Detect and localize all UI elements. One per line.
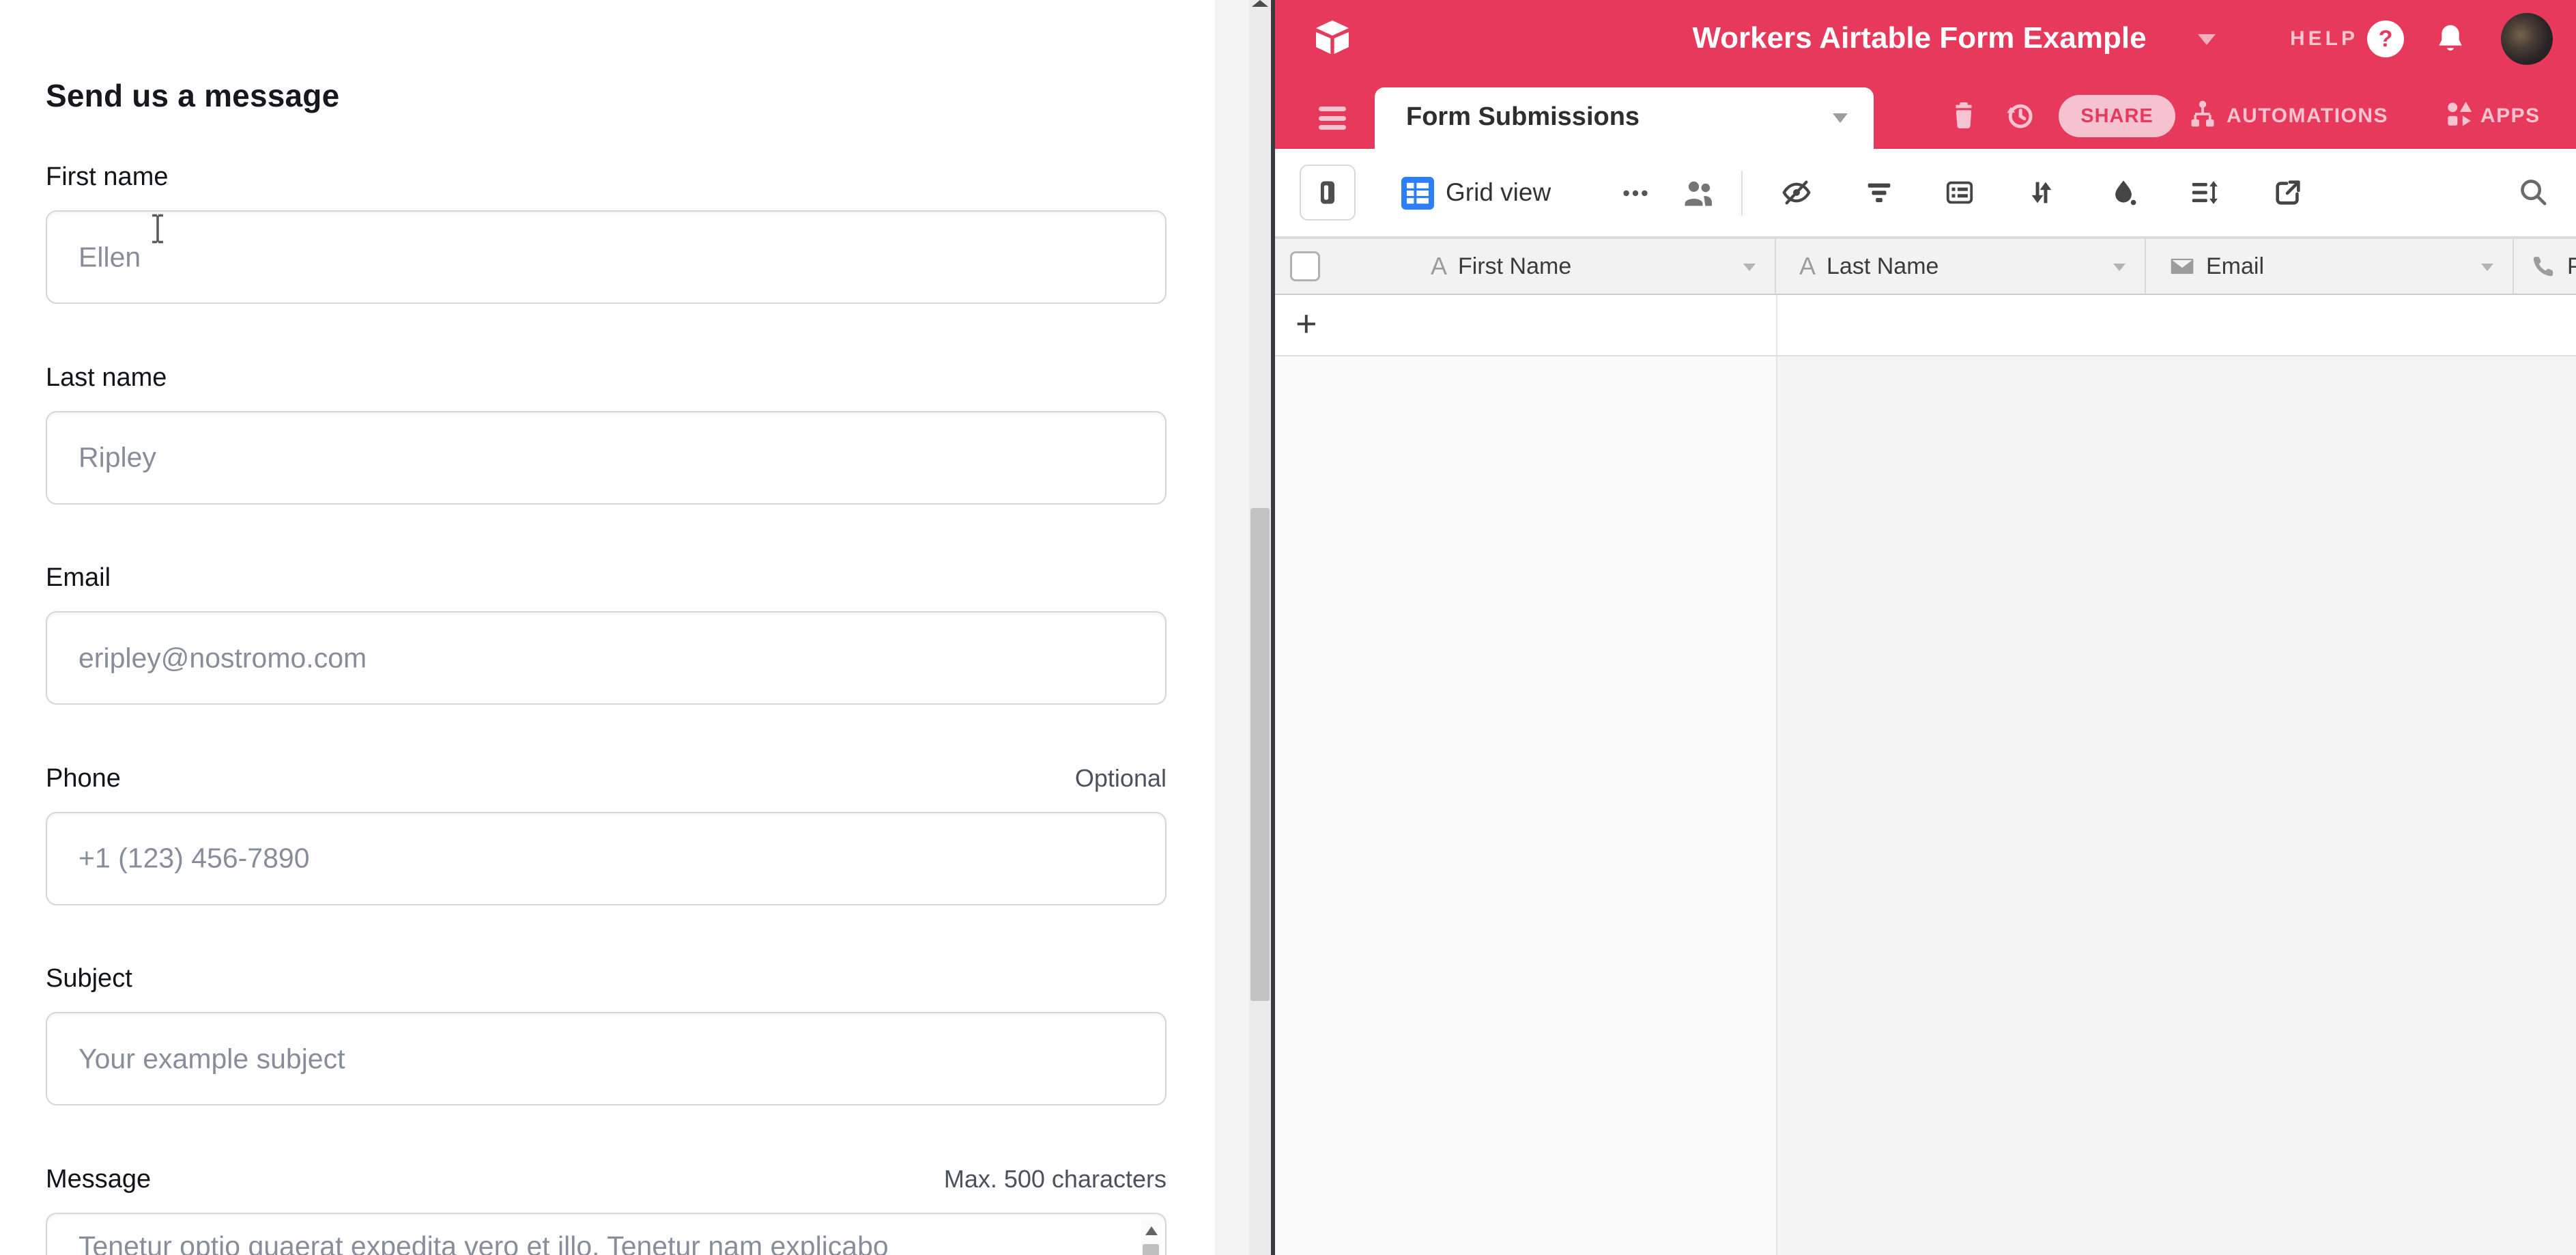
- view-sidebar-toggle-button[interactable]: [1300, 165, 1356, 221]
- base-title[interactable]: Workers Airtable Form Example: [1692, 0, 2146, 76]
- add-record-plus-icon[interactable]: +: [1296, 295, 1317, 355]
- input-last-name[interactable]: Ripley: [46, 411, 1167, 505]
- form-title: Send us a message: [46, 77, 339, 114]
- sort-icon[interactable]: [2026, 177, 2057, 208]
- field-placeholder: Ellen: [78, 241, 141, 273]
- airtable-panel: Workers Airtable Form Example HELP ? For…: [1275, 0, 2576, 1255]
- view-options-ellipsis-icon[interactable]: [1620, 178, 1651, 209]
- column-header-p[interactable]: P: [2514, 239, 2576, 294]
- form-field-subject: Subject Your example subject: [46, 964, 1167, 1162]
- grid-view-icon[interactable]: [1401, 176, 1434, 210]
- field-label: Email: [46, 563, 111, 593]
- field-label: Last name: [46, 363, 167, 393]
- apps-button[interactable]: APPS: [2480, 0, 2541, 149]
- column-caret-icon[interactable]: [1743, 264, 1756, 271]
- column-name: First Name: [1458, 253, 1571, 280]
- column-divider: [1776, 295, 1777, 355]
- share-button[interactable]: SHARE: [2059, 95, 2175, 137]
- field-placeholder: +1 (123) 456-7890: [78, 843, 310, 875]
- tab-form-submissions[interactable]: Form Submissions: [1375, 87, 1874, 149]
- scrollbar-thumb[interactable]: [1250, 508, 1270, 1001]
- input-subject[interactable]: Your example subject: [46, 1012, 1167, 1105]
- grid-empty-area: [1275, 356, 2576, 1255]
- view-toolbar: Grid view: [1275, 149, 2576, 238]
- text-cursor-ibeam: [149, 213, 167, 244]
- column-divider: [1776, 356, 1777, 1255]
- field-placeholder: eripley@nostromo.com: [78, 642, 367, 674]
- field-note: Max. 500 characters: [944, 1165, 1167, 1194]
- textarea-message[interactable]: Tenetur optio quaerat expedita vero et i…: [46, 1213, 1167, 1255]
- textarea-scroll-up-icon[interactable]: [1145, 1226, 1158, 1235]
- column-caret-icon[interactable]: [2481, 264, 2493, 271]
- column-header-first-name[interactable]: A First Name: [1320, 239, 1776, 294]
- textarea-scrollbar[interactable]: [1141, 1219, 1161, 1255]
- textarea-scroll-thumb[interactable]: [1143, 1244, 1159, 1255]
- select-all-checkbox[interactable]: [1290, 251, 1320, 281]
- column-header-last-name[interactable]: A Last Name: [1776, 239, 2146, 294]
- field-label: Phone: [46, 764, 121, 793]
- share-view-icon[interactable]: [2272, 177, 2304, 208]
- tab-caret-icon[interactable]: [1833, 113, 1848, 123]
- notifications-bell-icon[interactable]: [2433, 22, 2467, 56]
- automations-icon[interactable]: [2187, 98, 2218, 130]
- column-header-email[interactable]: Email: [2146, 239, 2514, 294]
- column-caret-icon[interactable]: [2113, 264, 2126, 271]
- hide-fields-icon[interactable]: [1781, 177, 1812, 208]
- form-field-message: Message Max. 500 characters Tenetur optio …: [46, 1165, 1167, 1255]
- input-email[interactable]: eripley@nostromo.com: [46, 611, 1167, 705]
- history-icon[interactable]: [2004, 100, 2035, 131]
- collaborators-icon[interactable]: [1680, 175, 1716, 210]
- single-line-text-field-icon: A: [1799, 254, 1816, 279]
- column-name: P: [2567, 253, 2576, 280]
- column-name: Email: [2206, 253, 2264, 280]
- grid-first-column-area: [1275, 356, 1776, 1255]
- email-field-icon: [2169, 253, 2195, 279]
- tab-label: Form Submissions: [1406, 87, 1640, 149]
- single-line-text-field-icon: A: [1431, 254, 1447, 279]
- toolbar-divider: [1741, 171, 1743, 216]
- scrollbar-up-arrow-icon[interactable]: [1252, 0, 1268, 7]
- form-field-first-name: First name Ellen: [46, 163, 1167, 361]
- contact-form-panel: Send us a message First name Ellen Last na…: [0, 0, 1215, 1255]
- field-label: Message: [46, 1165, 151, 1194]
- airtable-topbar: Workers Airtable Form Example HELP ? For…: [1275, 0, 2576, 149]
- panel-gap: [1215, 0, 1249, 1255]
- field-placeholder: Tenetur optio quaerat expedita vero et i…: [78, 1230, 889, 1255]
- form-field-email: Email eripley@nostromo.com: [46, 563, 1167, 761]
- field-placeholder: Your example subject: [78, 1043, 345, 1075]
- base-title-caret-icon[interactable]: [2198, 34, 2216, 45]
- form-field-last-name: Last name Ripley: [46, 363, 1167, 561]
- automations-button[interactable]: AUTOMATIONS: [2227, 0, 2388, 149]
- search-icon[interactable]: [2517, 176, 2549, 208]
- record-color-icon[interactable]: [2108, 177, 2139, 208]
- trash-icon[interactable]: [1948, 100, 1979, 131]
- sidebar-menu-icon[interactable]: [1319, 107, 1346, 130]
- screen: Send us a message First name Ellen Last na…: [0, 0, 2576, 1255]
- row-height-icon[interactable]: [2188, 177, 2220, 208]
- phone-field-icon: [2530, 253, 2556, 279]
- input-phone[interactable]: +1 (123) 456-7890: [46, 812, 1167, 905]
- view-name-label[interactable]: Grid view: [1446, 149, 1551, 236]
- group-icon[interactable]: [1944, 177, 1975, 208]
- field-note: Optional: [1075, 764, 1167, 793]
- add-record-row[interactable]: +: [1275, 295, 2576, 356]
- field-placeholder: Ripley: [78, 442, 156, 474]
- table-header-row: A First Name A Last Name Email P: [1275, 238, 2576, 295]
- airtable-logo-icon[interactable]: [1311, 15, 1354, 60]
- apps-icon[interactable]: [2444, 98, 2475, 130]
- input-first-name[interactable]: Ellen: [46, 210, 1167, 304]
- form-field-phone: Phone Optional +1 (123) 456-7890: [46, 764, 1167, 962]
- filter-icon[interactable]: [1863, 177, 1895, 208]
- field-label: First name: [46, 163, 168, 192]
- column-name: Last Name: [1827, 253, 1938, 280]
- field-label: Subject: [46, 964, 132, 993]
